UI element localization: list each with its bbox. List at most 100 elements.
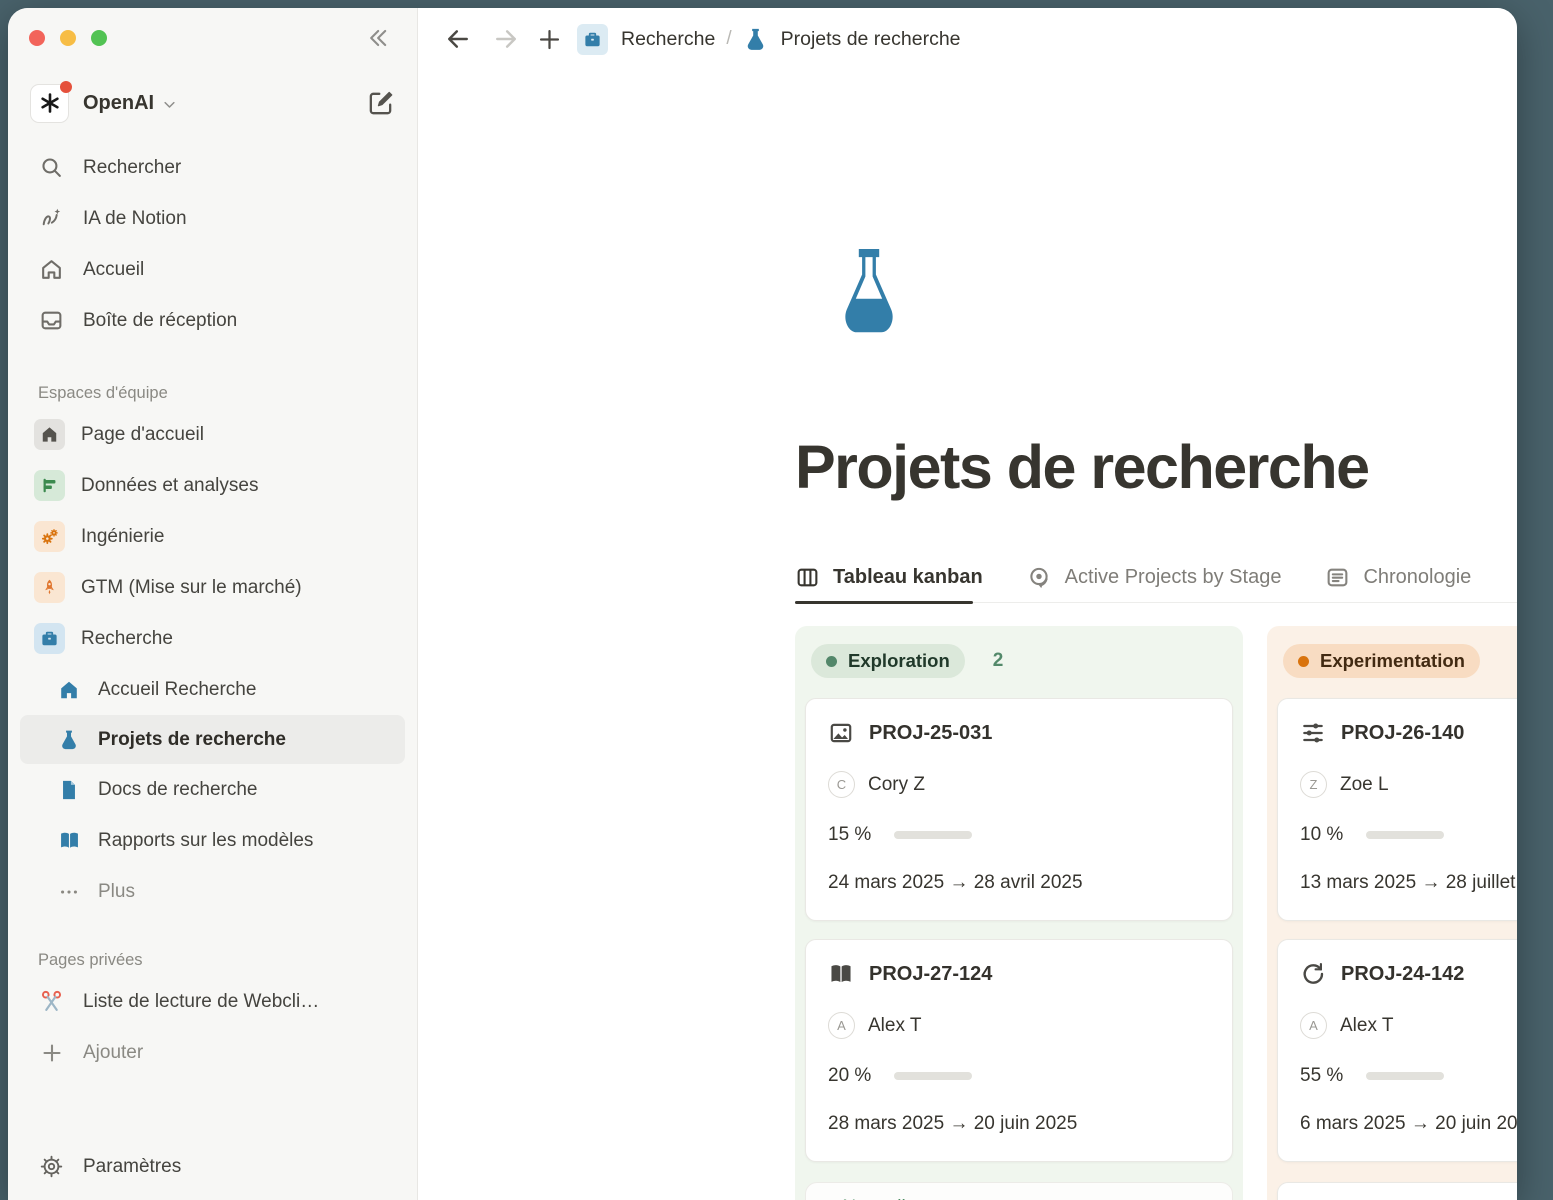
document-icon: [56, 779, 82, 801]
assignee-name: Zoe L: [1340, 774, 1389, 796]
sidebar-item-model-reports[interactable]: Rapports sur les modèles: [8, 815, 417, 866]
inbox-icon: [38, 308, 65, 333]
back-icon[interactable]: [444, 25, 472, 53]
openai-logo: [30, 84, 69, 123]
close-window-button[interactable]: [29, 30, 45, 46]
topbar: Recherche / Projets de recherche: [418, 8, 1517, 70]
card-id: PROJ-26-140: [1341, 722, 1464, 745]
assignee-name: Cory Z: [868, 774, 925, 796]
sidebar: OpenAI Rechercher IA de Notion: [8, 8, 418, 1200]
card-id: PROJ-25-031: [869, 722, 992, 745]
kanban-card-proj-25-230[interactable]: PROJ-25-230: [1277, 1182, 1517, 1200]
new-page-button[interactable]: + Nouvelle page: [805, 1182, 1233, 1200]
sidebar-item-settings[interactable]: Paramètres: [8, 1141, 417, 1192]
progress-bar: [894, 1072, 972, 1080]
gear-icon: [38, 1154, 65, 1179]
avatar: C: [828, 771, 855, 798]
sidebar-item-engineering[interactable]: Ingénierie: [8, 511, 417, 562]
column-count: 2: [993, 650, 1004, 672]
sidebar-item-research-projects[interactable]: Projets de recherche: [20, 715, 405, 764]
card-date-range: 6 mars 2025 → 20 juin 2025: [1300, 1113, 1517, 1135]
private-pages-header: Pages privées: [38, 951, 417, 970]
home-icon: [38, 257, 65, 282]
gears-icon: [34, 521, 65, 552]
rocket-icon: [34, 572, 65, 603]
sidebar-item-inbox[interactable]: Boîte de réception: [8, 295, 417, 346]
card-date-range: 28 mars 2025 → 20 juin 2025: [828, 1113, 1210, 1135]
page-flask-icon[interactable]: [833, 247, 905, 341]
progress-value: 15 %: [828, 824, 871, 846]
new-page-compose-icon[interactable]: [366, 89, 395, 118]
card-assignee-row: A Alex T: [1300, 1012, 1517, 1039]
notion-app-window: OpenAI Rechercher IA de Notion: [8, 8, 1517, 1200]
tab-kanban-board[interactable]: Tableau kanban: [795, 565, 987, 602]
sidebar-item-data-analytics[interactable]: Données et analyses: [8, 460, 417, 511]
sidebar-item-home[interactable]: Accueil: [8, 244, 417, 295]
breadcrumb-current-page[interactable]: Projets de recherche: [781, 28, 961, 51]
progress-bar: [894, 831, 972, 839]
column-header: Experimentation: [1283, 644, 1517, 678]
card-title-row: PROJ-25-031: [828, 720, 1210, 746]
house-icon: [56, 679, 82, 701]
kanban-card-proj-27-124[interactable]: PROJ-27-124 A Alex T 20 % 28 mars 2025 →…: [805, 939, 1233, 1162]
sidebar-item-search[interactable]: Rechercher: [8, 142, 417, 193]
sidebar-item-add-page[interactable]: Ajouter: [8, 1027, 417, 1078]
breadcrumb-research-icon: [577, 24, 608, 55]
sidebar-item-more[interactable]: Plus: [8, 866, 417, 917]
card-title-row: PROJ-24-142: [1300, 961, 1517, 987]
breadcrumb-flask-icon: [743, 27, 768, 52]
breadcrumb-research[interactable]: Recherche: [621, 28, 715, 51]
sidebar-item-webclipper-reading-list[interactable]: Liste de lecture de Webcli…: [8, 976, 417, 1027]
window-controls: [29, 30, 107, 46]
sidebar-item-homepage[interactable]: Page d'accueil: [8, 409, 417, 460]
card-title-row: PROJ-27-124: [828, 961, 1210, 987]
status-dot: [826, 656, 837, 667]
card-assignee-row: C Cory Z: [828, 771, 1210, 798]
card-id: PROJ-24-142: [1341, 963, 1464, 986]
card-progress-row: 15 %: [828, 824, 1210, 846]
page-title[interactable]: Projets de recherche: [795, 432, 1369, 502]
card-assignee-row: Z Zoe L: [1300, 771, 1517, 798]
card-title-row: PROJ-26-140: [1300, 720, 1517, 746]
sidebar-item-research[interactable]: Recherche: [8, 613, 417, 664]
minimize-window-button[interactable]: [60, 30, 76, 46]
research-pages-list: Accueil Recherche Projets de recherche D…: [8, 664, 417, 917]
sidebar-item-notion-ai[interactable]: IA de Notion: [8, 193, 417, 244]
progress-bar: [1366, 831, 1444, 839]
workspace-switcher[interactable]: OpenAI: [30, 80, 395, 126]
zoom-window-button[interactable]: [91, 30, 107, 46]
sidebar-item-research-home[interactable]: Accueil Recherche: [8, 664, 417, 715]
plus-icon: [38, 1041, 65, 1065]
main-content: Recherche / Projets de recherche Projets…: [418, 8, 1517, 1200]
kanban-column-experimentation: Experimentation PROJ-26-140 Z Zoe L 10 %: [1267, 626, 1517, 1200]
sidebar-item-research-docs[interactable]: Docs de recherche: [8, 764, 417, 815]
sidebar-item-gtm[interactable]: GTM (Mise sur le marché): [8, 562, 417, 613]
view-tabs: Tableau kanban Active Projects by Stage …: [795, 554, 1517, 603]
progress-value: 20 %: [828, 1065, 871, 1087]
status-badge-experimentation[interactable]: Experimentation: [1283, 644, 1480, 678]
forward-icon[interactable]: [492, 25, 520, 53]
kanban-card-proj-24-142[interactable]: PROJ-24-142 A Alex T 55 % 6 mars 2025 → …: [1277, 939, 1517, 1162]
scissors-icon: [38, 989, 65, 1014]
new-tab-plus-icon[interactable]: [536, 26, 563, 53]
teamspaces-header: Espaces d'équipe: [38, 384, 417, 403]
search-icon: [38, 155, 65, 180]
workspace-name: OpenAI: [83, 92, 154, 115]
briefcase-icon: [34, 623, 65, 654]
card-date-range: 13 mars 2025 → 28 juillet 2025: [1300, 872, 1517, 894]
status-badge-exploration[interactable]: Exploration: [811, 644, 965, 678]
tab-timeline[interactable]: Chronologie: [1325, 565, 1475, 602]
tab-active-projects-by-stage[interactable]: Active Projects by Stage: [1027, 565, 1286, 602]
progress-value: 55 %: [1300, 1065, 1343, 1087]
flask-icon: [56, 729, 82, 751]
open-book-icon: [56, 829, 82, 852]
kanban-card-proj-25-031[interactable]: PROJ-25-031 C Cory Z 15 % 24 mars 2025 →…: [805, 698, 1233, 921]
card-progress-row: 20 %: [828, 1065, 1210, 1087]
sidebar-nav: Rechercher IA de Notion Accueil Boîte de…: [8, 142, 417, 346]
progress-value: 10 %: [1300, 824, 1343, 846]
collapse-sidebar-icon[interactable]: [363, 24, 391, 52]
card-progress-row: 10 %: [1300, 824, 1517, 846]
status-dot: [1298, 656, 1309, 667]
card-id: PROJ-27-124: [869, 963, 992, 986]
kanban-card-proj-26-140[interactable]: PROJ-26-140 Z Zoe L 10 % 13 mars 2025 → …: [1277, 698, 1517, 921]
